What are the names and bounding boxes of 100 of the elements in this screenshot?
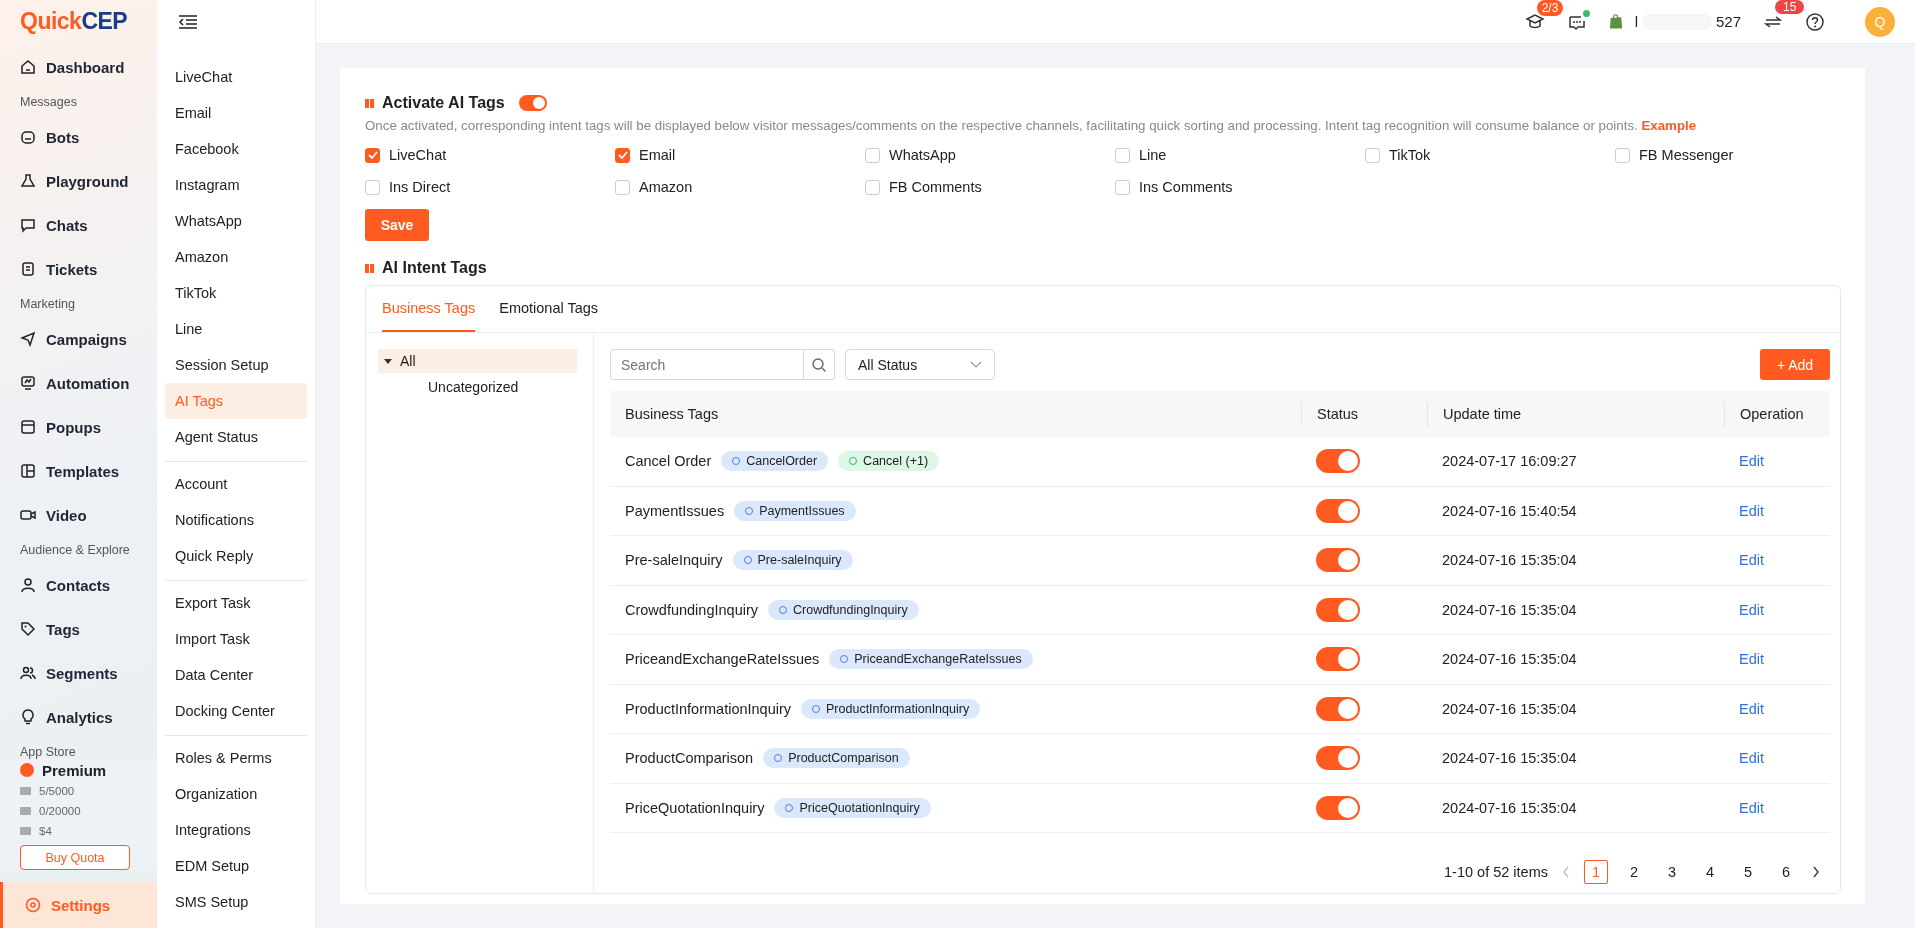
monitor-icon bbox=[20, 375, 36, 391]
settings-menu-item[interactable]: Docking Center bbox=[165, 693, 307, 729]
settings-menu-item[interactable]: Agent Status bbox=[165, 419, 307, 455]
edit-link[interactable]: Edit bbox=[1739, 502, 1764, 519]
channel-checkbox[interactable]: Ins Comments bbox=[1115, 177, 1365, 197]
status-toggle[interactable] bbox=[1316, 449, 1360, 474]
nav-item[interactable]: Playground bbox=[0, 159, 157, 203]
collapse-menu-icon[interactable] bbox=[178, 13, 198, 30]
settings-menu-item[interactable]: Roles & Perms bbox=[165, 740, 307, 776]
checkbox[interactable] bbox=[865, 147, 880, 163]
nav-item[interactable]: Contacts bbox=[0, 563, 157, 607]
nav-item[interactable]: Tags bbox=[0, 607, 157, 651]
channel-checkbox[interactable]: WhatsApp bbox=[865, 145, 1115, 165]
channel-checkbox[interactable]: Line bbox=[1115, 145, 1365, 165]
channel-checkbox[interactable]: Email bbox=[615, 145, 865, 165]
settings-menu-item[interactable]: Data Center bbox=[165, 657, 307, 693]
checkbox[interactable] bbox=[365, 147, 380, 163]
status-toggle[interactable] bbox=[1316, 647, 1360, 672]
edit-link[interactable]: Edit bbox=[1739, 601, 1764, 618]
settings-menu-item[interactable]: Account bbox=[165, 466, 307, 502]
page-number[interactable]: 6 bbox=[1774, 860, 1798, 884]
status-toggle[interactable] bbox=[1316, 498, 1360, 523]
activate-toggle[interactable] bbox=[518, 95, 547, 111]
checkbox[interactable] bbox=[1365, 147, 1380, 163]
nav-item[interactable]: Chats bbox=[0, 203, 157, 247]
checkbox[interactable] bbox=[865, 179, 880, 195]
settings-menu-item[interactable]: Import Task bbox=[165, 621, 307, 657]
checkbox[interactable] bbox=[365, 179, 380, 195]
edit-link[interactable]: Edit bbox=[1739, 700, 1764, 717]
settings-menu-item[interactable]: Line bbox=[165, 311, 307, 347]
tag-name: ProductInformationInquiry bbox=[625, 700, 792, 717]
checkbox[interactable] bbox=[615, 179, 630, 195]
settings-menu-item[interactable]: LiveChat bbox=[165, 59, 307, 95]
settings-menu-item[interactable]: WhatsApp bbox=[165, 203, 307, 239]
settings-menu-item[interactable]: EDM Setup bbox=[165, 848, 307, 884]
checkbox[interactable] bbox=[1615, 147, 1630, 163]
emotion-tag: Cancel (+1) bbox=[838, 451, 940, 472]
settings-menu-item[interactable]: Organization bbox=[165, 776, 307, 812]
checkbox[interactable] bbox=[615, 147, 630, 163]
search-field[interactable]: Search bbox=[610, 349, 804, 380]
edit-link[interactable]: Edit bbox=[1739, 799, 1764, 816]
settings-menu-item[interactable]: SMS Setup bbox=[165, 884, 307, 920]
intent-tag: CancelOrder bbox=[721, 451, 829, 472]
search-button[interactable] bbox=[804, 349, 835, 380]
nav-item[interactable]: Analytics bbox=[0, 695, 157, 739]
shopping-bag-icon bbox=[1608, 13, 1623, 30]
checkbox[interactable] bbox=[1115, 147, 1130, 163]
channel-checkbox[interactable]: FB Messenger bbox=[1615, 145, 1865, 165]
previous-page-icon[interactable] bbox=[1562, 866, 1570, 878]
settings-menu-item[interactable]: Facebook bbox=[165, 131, 307, 167]
settings-menu-item[interactable]: TikTok bbox=[165, 275, 307, 311]
nav-item[interactable]: Popups bbox=[0, 405, 157, 449]
help-icon[interactable] bbox=[1805, 11, 1825, 32]
tree-item[interactable]: Uncategorized bbox=[378, 373, 577, 401]
nav-item[interactable]: Dashboard bbox=[0, 45, 157, 89]
search-icon[interactable] bbox=[811, 356, 827, 373]
status-toggle[interactable] bbox=[1316, 746, 1360, 771]
update-time: 2024-07-16 15:40:54 bbox=[1441, 501, 1578, 521]
nav-item[interactable]: Segments bbox=[0, 651, 157, 695]
caret-icon[interactable] bbox=[384, 358, 392, 364]
status-toggle[interactable] bbox=[1316, 597, 1360, 622]
channel-checkbox[interactable]: FB Comments bbox=[865, 177, 1115, 197]
status-toggle[interactable] bbox=[1316, 795, 1360, 820]
edit-link[interactable]: Edit bbox=[1739, 651, 1764, 668]
nav-item[interactable]: Campaigns bbox=[0, 317, 157, 361]
edit-link[interactable]: Edit bbox=[1739, 453, 1764, 470]
settings-menu-item[interactable]: Amazon bbox=[165, 239, 307, 275]
settings-menu-item[interactable]: Quick Reply bbox=[165, 538, 307, 574]
channel-checkbox[interactable]: TikTok bbox=[1365, 145, 1615, 165]
page-number[interactable]: 2 bbox=[1622, 860, 1646, 884]
pagination-summary: 1-10 of 52 items bbox=[1444, 864, 1548, 880]
nav-item[interactable]: Templates bbox=[0, 449, 157, 493]
edit-link[interactable]: Edit bbox=[1739, 552, 1764, 569]
tab[interactable]: Emotional Tags bbox=[499, 286, 599, 332]
page-number[interactable]: 5 bbox=[1736, 860, 1760, 884]
tag-name: Cancel Order bbox=[625, 453, 712, 470]
edit-link[interactable]: Edit bbox=[1739, 750, 1764, 767]
settings-menu-item[interactable]: Export Task bbox=[165, 585, 307, 621]
update-time: 2024-07-16 15:35:04 bbox=[1441, 551, 1578, 571]
settings-menu-item[interactable]: Integrations bbox=[165, 812, 307, 848]
page-number[interactable]: 3 bbox=[1660, 860, 1684, 884]
nav-item[interactable]: Video bbox=[0, 493, 157, 537]
channel-checkbox[interactable]: LiveChat bbox=[365, 145, 615, 165]
next-page-icon[interactable] bbox=[1812, 866, 1820, 878]
settings-menu-item[interactable]: Instagram bbox=[165, 167, 307, 203]
status-toggle[interactable] bbox=[1316, 696, 1360, 721]
status-toggle[interactable] bbox=[1316, 548, 1360, 573]
nav-item[interactable]: Automation bbox=[0, 361, 157, 405]
nav-item[interactable]: Bots bbox=[0, 115, 157, 159]
page-number[interactable]: 4 bbox=[1698, 860, 1722, 884]
nav-item[interactable]: Tickets bbox=[0, 247, 157, 291]
tree-item[interactable]: All bbox=[378, 349, 577, 373]
checkbox[interactable] bbox=[1115, 179, 1130, 195]
tag-name: Pre-saleInquiry bbox=[625, 552, 723, 569]
settings-menu-item[interactable]: Email bbox=[165, 95, 307, 131]
channel-checkbox[interactable]: Amazon bbox=[615, 177, 865, 197]
channel-checkbox[interactable]: Ins Direct bbox=[365, 177, 615, 197]
status-dropdown[interactable]: All Status bbox=[845, 349, 995, 380]
settings-menu-item[interactable]: Notifications bbox=[165, 502, 307, 538]
settings-menu-item[interactable]: Session Setup bbox=[165, 347, 307, 383]
